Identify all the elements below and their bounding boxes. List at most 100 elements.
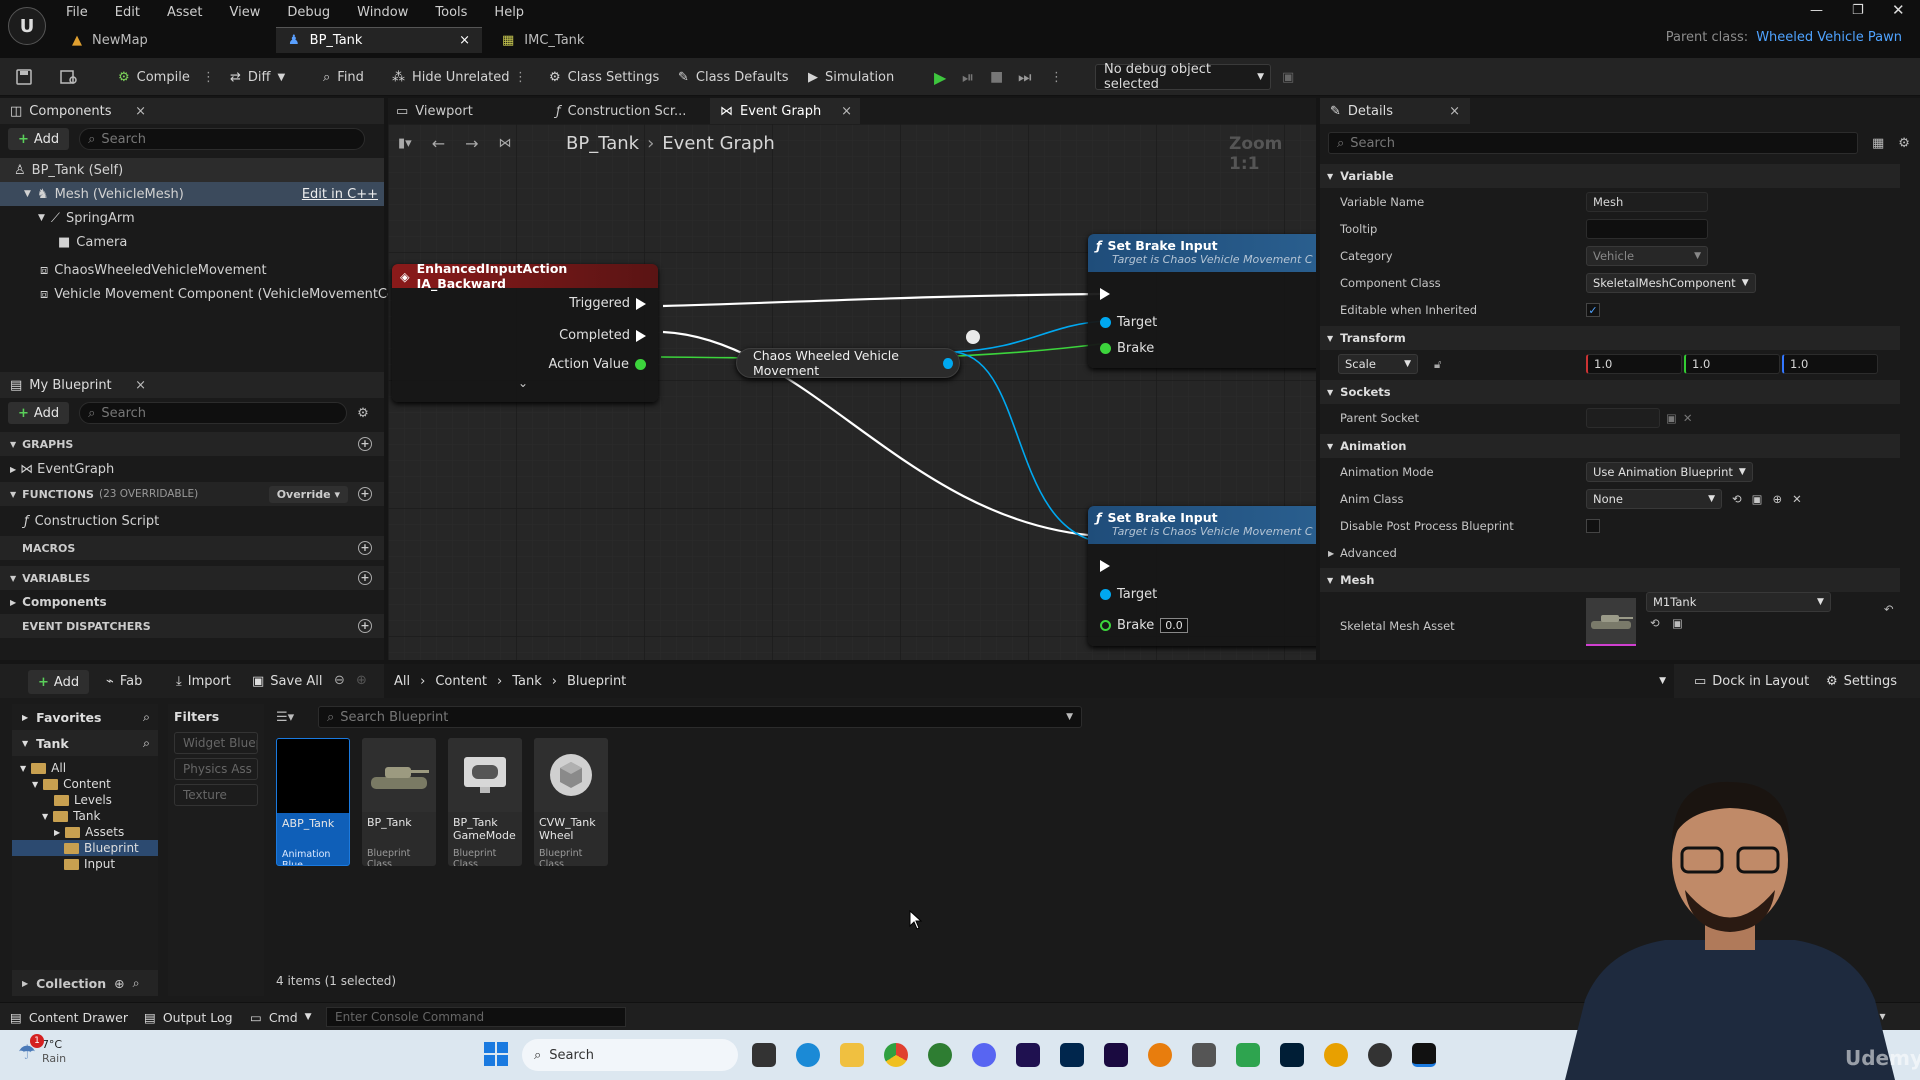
menu-file[interactable]: File [66, 5, 88, 20]
tooltip-field[interactable] [1586, 219, 1708, 239]
browse-icon[interactable]: ▣ [1672, 616, 1683, 630]
tab-construction-script[interactable]: ƒ Construction Scr... [556, 98, 686, 124]
cmd-dropdown[interactable]: ▭ Cmd ▼ [250, 1003, 312, 1031]
forward-arrow-icon[interactable]: → [465, 134, 478, 153]
pin-brake[interactable]: Brake [1100, 341, 1154, 356]
browse-icon[interactable] [60, 58, 78, 96]
photoshop-icon[interactable] [1280, 1043, 1304, 1067]
tree-item-camera[interactable]: ■ Camera [0, 230, 384, 254]
menu-help[interactable]: Help [494, 5, 524, 20]
pin-brake[interactable]: Brake 0.0 [1100, 618, 1188, 633]
diff-button[interactable]: ⇄ Diff ▼ [230, 58, 285, 96]
folder-assets[interactable]: ▶ Assets [12, 824, 158, 840]
close-window-icon[interactable]: ✕ [1892, 1, 1905, 19]
path-segment-content[interactable]: Content [435, 674, 487, 689]
category-dropdown[interactable]: Vehicle ▼ [1586, 246, 1708, 266]
blender-icon[interactable] [1148, 1043, 1172, 1067]
calendar-icon[interactable] [1192, 1043, 1216, 1067]
section-macros[interactable]: MACROS + [0, 536, 384, 560]
console-input[interactable]: Enter Console Command [326, 1007, 626, 1027]
save-all-button[interactable]: ▣ Save All [252, 664, 322, 698]
tank-header[interactable]: ▼ Tank ⌕ [12, 730, 158, 756]
scale-z-field[interactable]: 1.0 [1782, 354, 1878, 374]
steam-icon[interactable] [1368, 1043, 1392, 1067]
simulation-button[interactable]: ▶ Simulation [808, 58, 894, 96]
pin-target[interactable]: Target [1100, 315, 1157, 330]
override-dropdown[interactable]: Override ▾ [268, 485, 348, 503]
component-class-dropdown[interactable]: SkeletalMeshComponent ▼ [1586, 273, 1756, 293]
taskbar-search[interactable]: ⌕ Search [522, 1039, 738, 1071]
play-options-icon[interactable]: ⋮ [1050, 58, 1063, 96]
lock-app-icon[interactable] [1236, 1043, 1260, 1067]
file-explorer-icon[interactable] [840, 1043, 864, 1067]
fab-button[interactable]: ⌁ Fab [106, 664, 142, 698]
weather-widget[interactable]: ☂ 1 7°C Rain [18, 1034, 66, 1066]
add-content-button[interactable]: + Add [28, 670, 90, 694]
section-variables[interactable]: ▼ VARIABLES + [0, 566, 384, 590]
function-item-construction-script[interactable]: ƒ Construction Script [0, 506, 384, 536]
play-icon[interactable]: ▶ [934, 58, 946, 96]
variable-name-field[interactable]: Mesh [1586, 192, 1708, 212]
scale-dropdown[interactable]: Scale ▼ [1338, 354, 1418, 374]
favorites-header[interactable]: ▶ Favorites ⌕ [12, 704, 158, 730]
tab-bp-tank[interactable]: ♟ BP_Tank × [276, 27, 482, 53]
tree-item-springarm[interactable]: ▼ ⟋ SpringArm [0, 206, 384, 230]
add-graph-icon[interactable]: + [358, 437, 372, 451]
section-animation[interactable]: ▼ Animation [1320, 434, 1900, 458]
task-view-icon[interactable] [752, 1043, 776, 1067]
graph-item-eventgraph[interactable]: ▶ ⋈ EventGraph [0, 456, 384, 482]
menu-edit[interactable]: Edit [115, 5, 140, 20]
premiere-icon[interactable] [1016, 1043, 1040, 1067]
breadcrumb-leaf[interactable]: Event Graph [662, 133, 775, 154]
class-settings-button[interactable]: ⚙ Class Settings [549, 58, 659, 96]
pin-triggered[interactable]: Triggered [569, 296, 646, 311]
close-icon[interactable]: × [459, 33, 470, 48]
tab-event-graph[interactable]: ⋈ Event Graph × [710, 98, 860, 124]
add-variable-icon[interactable]: + [358, 571, 372, 585]
class-defaults-button[interactable]: ✎ Class Defaults [678, 58, 789, 96]
add-member-button[interactable]: + Add [8, 402, 70, 424]
browse-icon[interactable]: ▣ [1752, 492, 1763, 506]
unreal-taskbar-icon[interactable] [1412, 1043, 1436, 1067]
components-tab[interactable]: ◫ Components × [0, 98, 384, 124]
windows-start-icon[interactable] [484, 1042, 508, 1066]
dock-in-layout-button[interactable]: ▭ Dock in Layout [1694, 664, 1809, 698]
add-icon[interactable]: ⊕ [1773, 492, 1783, 506]
discord-icon[interactable] [972, 1043, 996, 1067]
my-blueprint-tab[interactable]: ▤ My Blueprint × [0, 372, 384, 398]
details-tab[interactable]: ✎ Details × [1320, 98, 1470, 124]
debug-filter-icon[interactable]: ▣ [1282, 58, 1294, 96]
animation-mode-dropdown[interactable]: Use Animation Blueprint ▼ [1586, 462, 1753, 482]
menu-tools[interactable]: Tools [435, 5, 467, 20]
scale-y-field[interactable]: 1.0 [1684, 354, 1780, 374]
section-transform[interactable]: ▼ Transform [1320, 326, 1900, 350]
details-search[interactable]: ⌕ Search [1328, 132, 1858, 154]
search-icon[interactable]: ⌕ [143, 735, 150, 751]
search-icon[interactable]: ⌕ [143, 709, 150, 725]
filter-icon[interactable]: ☰▾ [276, 710, 294, 725]
filter-chip-physics-asset[interactable]: Physics Ass [174, 758, 258, 780]
close-icon[interactable]: × [135, 378, 146, 393]
event-node-ia-backward[interactable]: ◈ EnhancedInputAction IA_Backward Trigge… [392, 261, 658, 402]
save-icon[interactable] [16, 58, 32, 96]
xbox-icon[interactable] [928, 1043, 952, 1067]
parent-class-link[interactable]: Wheeled Vehicle Pawn [1756, 30, 1902, 45]
tree-item-vehicle-movement[interactable]: ⧈ Vehicle Movement Component (VehicleMov… [0, 282, 421, 306]
import-button[interactable]: ⤓ Import [176, 664, 231, 698]
menu-window[interactable]: Window [357, 5, 408, 20]
asset-cvw-tank-wheel[interactable]: CVW_Tank Wheel Blueprint Class [534, 738, 608, 866]
close-icon[interactable]: × [135, 104, 146, 119]
scale-x-field[interactable]: 1.0 [1586, 354, 1682, 374]
compile-options-icon[interactable]: ⋮ [202, 58, 215, 96]
reset-arrow-icon[interactable]: ↶ [1884, 602, 1894, 616]
asset-bp-tank[interactable]: BP_Tank Blueprint Class [362, 738, 436, 866]
eject-icon[interactable]: ⏭ [1018, 58, 1032, 96]
gear-icon[interactable]: ⚙ [1898, 136, 1910, 151]
filter-chip-widget-blueprint[interactable]: Widget Bluep [174, 732, 258, 754]
media-encoder-icon[interactable] [1104, 1043, 1128, 1067]
exec-in-pin[interactable] [1100, 560, 1110, 572]
menu-asset[interactable]: Asset [167, 5, 203, 20]
set-brake-input-node-1[interactable]: ƒ Set Brake Input Target is Chaos Vehicle… [1088, 234, 1316, 368]
mesh-thumbnail[interactable] [1586, 598, 1636, 646]
brake-value-field[interactable]: 0.0 [1160, 618, 1188, 633]
